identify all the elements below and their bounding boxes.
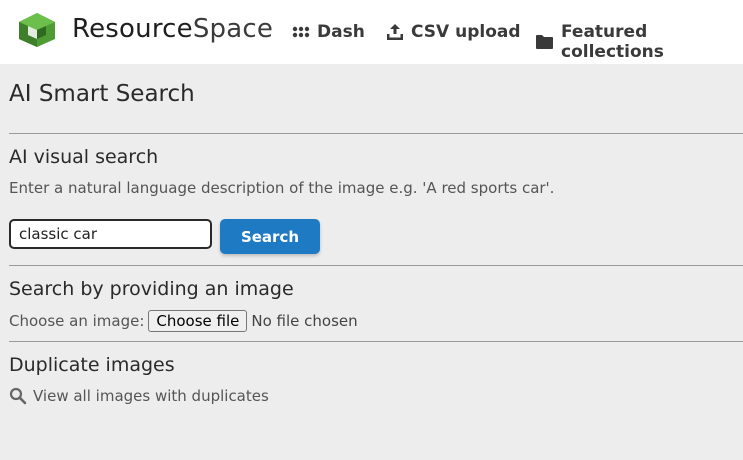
nav-featured-collections[interactable]: Featured collections xyxy=(535,22,743,62)
image-search-heading: Search by providing an image xyxy=(9,278,294,300)
search-icon xyxy=(9,387,27,405)
folder-icon xyxy=(535,34,554,50)
ai-visual-search-heading: AI visual search xyxy=(9,146,159,168)
brand-name-part2: Space xyxy=(192,14,274,44)
choose-file-button[interactable]: Choose file xyxy=(148,310,248,332)
nav-csv-upload-label: CSV upload xyxy=(411,22,521,42)
divider xyxy=(9,341,743,342)
nav-dash-label: Dash xyxy=(317,22,365,42)
file-status-text: No file chosen xyxy=(251,312,358,330)
nav-dash[interactable]: Dash xyxy=(292,22,365,42)
upload-icon xyxy=(386,23,404,41)
duplicate-images-heading: Duplicate images xyxy=(9,354,175,376)
top-header: ResourceSpace Dash CSV upload Featured c… xyxy=(0,0,743,64)
search-button[interactable]: Search xyxy=(220,219,320,254)
choose-image-label: Choose an image: xyxy=(9,312,145,330)
nav-featured-collections-label: Featured collections xyxy=(561,22,664,62)
page-title: AI Smart Search xyxy=(9,81,195,107)
ai-visual-search-description: Enter a natural language description of … xyxy=(9,179,555,197)
divider xyxy=(9,265,743,266)
file-chooser-row: Choose an image: Choose file No file cho… xyxy=(9,310,358,332)
divider xyxy=(9,133,743,134)
brand-name-part1: Resource xyxy=(72,14,193,44)
resourcespace-logo-icon[interactable] xyxy=(18,12,56,48)
brand-name[interactable]: ResourceSpace xyxy=(72,14,273,44)
nav-csv-upload[interactable]: CSV upload xyxy=(386,22,521,42)
grid-icon xyxy=(292,26,310,38)
view-duplicates-link[interactable]: View all images with duplicates xyxy=(9,387,269,405)
visual-search-input[interactable] xyxy=(9,219,212,249)
view-duplicates-label: View all images with duplicates xyxy=(33,387,269,405)
